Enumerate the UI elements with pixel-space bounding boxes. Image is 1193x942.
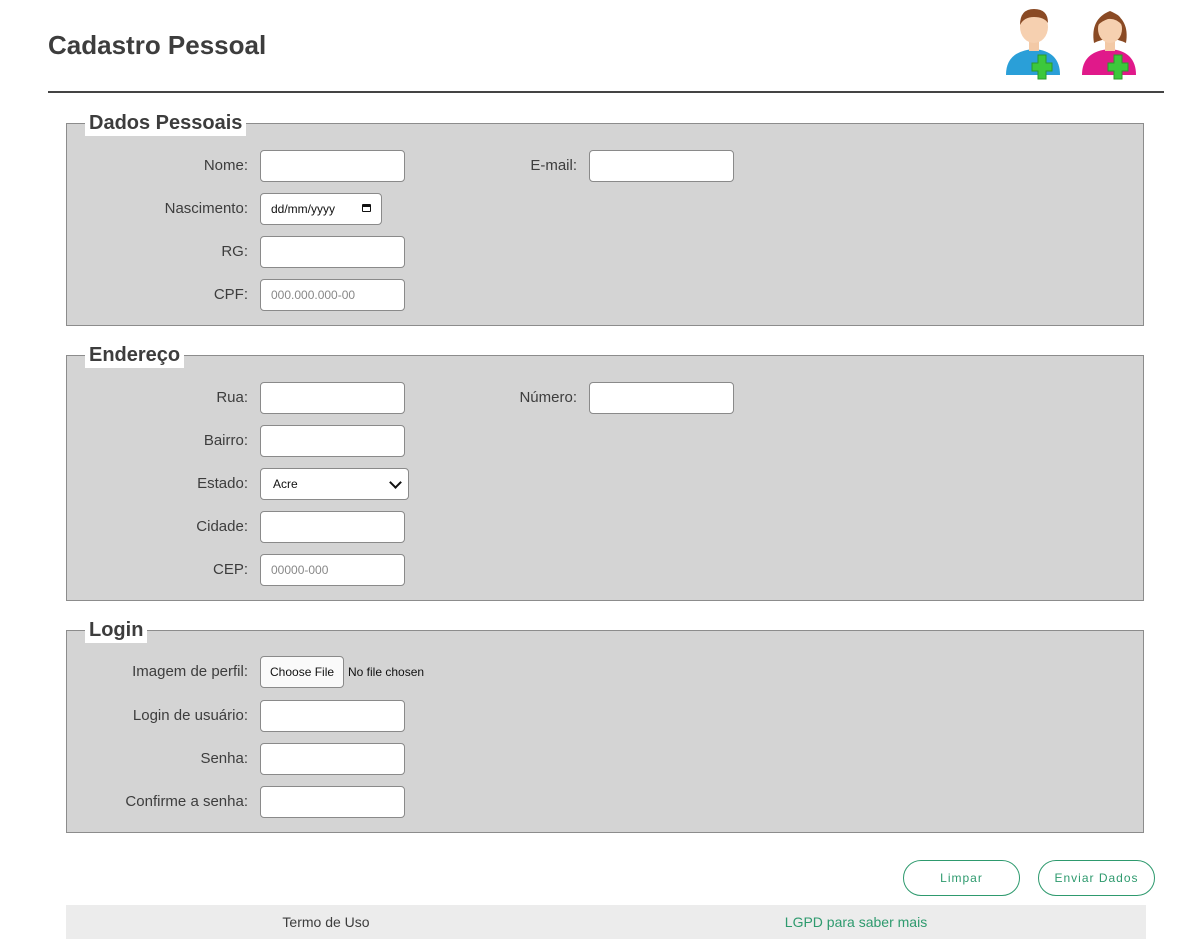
add-user-icons: [1006, 9, 1136, 80]
cidade-label: Cidade:: [196, 518, 248, 535]
cpf-placeholder: 000.000.000-00: [271, 288, 356, 302]
termo-de-uso-text: Termo de Uso: [282, 914, 370, 930]
login-legend: Login: [85, 617, 148, 643]
numero-label: Número:: [519, 389, 577, 406]
confirme-senha-input[interactable]: [260, 786, 405, 818]
login-fieldset: Login Imagem de perfil: Choose File No f…: [66, 617, 1144, 833]
cpf-input[interactable]: 000.000.000-00: [260, 279, 405, 311]
header-icons: [1000, 5, 1145, 80]
email-label: E-mail:: [530, 157, 577, 174]
file-status-text: No file chosen: [348, 665, 425, 679]
endereco-fieldset: Endereço Rua: Número: Bairro: Estado: Ac…: [66, 342, 1144, 601]
numero-input[interactable]: [589, 382, 734, 414]
date-value: dd/mm/yyyy: [271, 202, 336, 216]
bairro-input[interactable]: [260, 425, 405, 457]
lgpd-link[interactable]: LGPD para saber mais: [586, 905, 1126, 939]
add-male-user-icon: [1006, 9, 1060, 80]
imagem-perfil-label: Imagem de perfil:: [132, 663, 248, 680]
choose-file-button[interactable]: Choose File: [260, 656, 345, 688]
header-divider: [48, 91, 1164, 93]
cidade-input[interactable]: [260, 511, 405, 543]
senha-label: Senha:: [200, 750, 248, 767]
endereco-legend: Endereço: [85, 342, 185, 368]
calendar-icon[interactable]: [362, 204, 371, 212]
nome-label: Nome:: [203, 157, 248, 174]
dados-pessoais-legend: Dados Pessoais: [85, 110, 247, 136]
estado-select[interactable]: Acre: [260, 468, 409, 500]
nome-input[interactable]: [260, 150, 405, 182]
footer: Termo de Uso LGPD para saber mais: [66, 905, 1146, 939]
confirme-senha-label: Confirme a senha:: [125, 793, 248, 810]
login-usuario-input[interactable]: [260, 700, 405, 732]
cep-input[interactable]: 00000-000: [260, 554, 405, 586]
cep-label: CEP:: [212, 561, 248, 578]
dados-pessoais-fieldset: Dados Pessoais Nome: E-mail: Nascimento:…: [66, 110, 1144, 326]
cep-placeholder: 00000-000: [271, 563, 329, 577]
page-title: Cadastro Pessoal: [48, 30, 267, 60]
senha-input[interactable]: [260, 743, 405, 775]
login-usuario-label: Login de usuário:: [132, 707, 248, 724]
enviar-dados-button[interactable]: Enviar Dados: [1038, 860, 1155, 896]
rua-input[interactable]: [260, 382, 405, 414]
rg-input[interactable]: [260, 236, 405, 268]
rg-label: RG:: [221, 243, 248, 260]
bairro-label: Bairro:: [203, 432, 248, 449]
estado-selected-value: Acre: [273, 477, 298, 491]
email-input[interactable]: [589, 150, 734, 182]
chevron-down-icon: [389, 476, 402, 489]
estado-label: Estado:: [197, 475, 248, 492]
limpar-button[interactable]: Limpar: [903, 860, 1020, 896]
rua-label: Rua:: [216, 389, 248, 406]
nascimento-label: Nascimento:: [164, 200, 248, 217]
nascimento-date-input[interactable]: dd/mm/yyyy: [260, 193, 382, 225]
cpf-label: CPF:: [213, 286, 248, 303]
add-female-user-icon: [1082, 11, 1136, 80]
